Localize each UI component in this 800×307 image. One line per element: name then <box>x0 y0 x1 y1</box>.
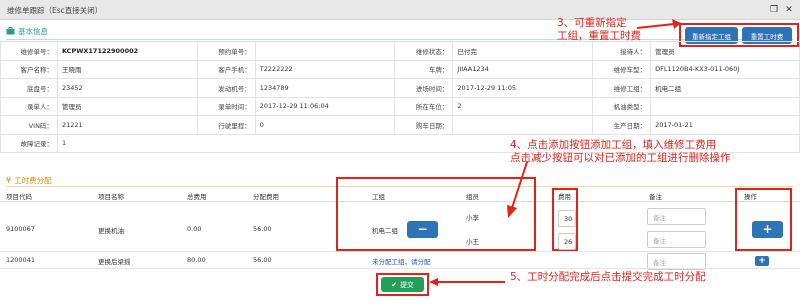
info-value: JIIAA1234 <box>452 59 594 79</box>
annotation-4: 4、点击添加按钮添加工组，填入维修工费用 点击减少按钮可以对已添加的工组进行删除… <box>510 139 731 165</box>
row2-add-group-button[interactable]: + <box>755 256 769 266</box>
briefcase-icon <box>6 27 15 35</box>
assign-group-link[interactable]: 未分配工组，请分配 <box>372 256 431 266</box>
hours-fee-title: 工时费分配 <box>14 175 52 185</box>
row2-alloc: 56.00 <box>253 256 272 264</box>
info-label: 所在车位： <box>394 96 454 116</box>
info-label: 维修工组： <box>592 78 652 98</box>
arrow-icon <box>507 161 528 218</box>
info-row: 录单人： 管理员 录单时间： 2017-12-29 11:06:04 所在车位： 2 机油类… <box>0 96 800 116</box>
info-label: 预约单号： <box>196 41 256 61</box>
info-value: 1234789 <box>254 78 396 98</box>
info-value: DFL1120B4-KX3-011-060J <box>650 59 800 79</box>
col-header-total: 总费用 <box>187 193 207 201</box>
fault-label: 故障记录： <box>0 133 58 153</box>
info-value: 2017-12-29 11:06:04 <box>254 96 396 116</box>
row1-fee-input-2[interactable]: 26 <box>558 233 576 250</box>
row1-name: 更换机油 <box>98 227 124 235</box>
info-value: 已付完 <box>452 41 594 61</box>
info-label: 录单人： <box>0 96 58 116</box>
divider <box>0 251 800 252</box>
info-label: 发动机号： <box>196 78 256 98</box>
check-icon: ✔ <box>391 280 397 289</box>
order-info-table: 维修单号： KCPWX17122900002 预约单号： 维修状态： 已付完 接待人： 管理… <box>0 41 800 153</box>
annotation-4-line2: 点击减少按钮可以对已添加的工组进行删除操作 <box>510 152 731 164</box>
row1-fee-input-1[interactable]: 30 <box>558 210 576 227</box>
annotation-3-line1: 3、可重新指定 <box>557 17 627 29</box>
info-value: 王晓雨 <box>56 59 198 79</box>
info-label: 行驶里程： <box>196 115 256 135</box>
info-value: 管理员 <box>650 41 800 61</box>
annotation-3: 3、可重新指定 工组，重置工时费 <box>557 17 641 43</box>
info-value: 管理员 <box>56 96 198 116</box>
info-label: 底盘号： <box>0 78 58 98</box>
row1-group: 机电二组 <box>372 227 398 235</box>
info-label: 维修单号： <box>0 41 58 61</box>
info-row: VIN码： 21221 行驶里程： 0 购车日期： 生产日期： 2017-01-21 <box>0 115 800 135</box>
row2-total: 80.00 <box>187 256 206 264</box>
info-label: 进场时间： <box>394 78 454 98</box>
row2-name: 更换后梁摇 <box>98 258 131 266</box>
basic-info-title: 基本信息 <box>18 26 48 36</box>
info-value: 2 <box>452 96 594 116</box>
submit-button[interactable]: ✔ 提交 <box>381 277 424 292</box>
annotation-4-line1: 4、点击添加按钮添加工组，填入维修工费用 <box>510 139 717 151</box>
info-value <box>650 96 800 116</box>
info-value: 2017-01-21 <box>650 115 800 135</box>
info-value: 0 <box>254 115 396 135</box>
window-titlebar: 维修单跟踪（Esc直接关闭） ❐ ✕ <box>0 0 800 20</box>
arrow-icon <box>429 278 505 286</box>
info-value <box>452 115 594 135</box>
arrow-icon <box>636 19 681 29</box>
basic-info-header: 基本信息 <box>6 25 48 37</box>
col-header-code: 项目代码 <box>6 193 32 201</box>
info-value: T2222222 <box>254 59 396 79</box>
hours-fee-header: ¥ 工时费分配 <box>6 174 52 186</box>
submit-label: 提交 <box>399 280 414 289</box>
annotation-3-line2: 工组，重置工时费 <box>557 30 641 42</box>
info-label: VIN码： <box>0 115 58 135</box>
info-label: 机油类型： <box>592 96 652 116</box>
row2-code: 1200041 <box>6 256 35 264</box>
remove-group-button[interactable]: − <box>407 221 438 238</box>
info-value <box>254 41 396 61</box>
info-value: 23452 <box>56 78 198 98</box>
info-label: 车牌： <box>394 59 454 79</box>
info-value: KCPWX17122900002 <box>56 41 198 61</box>
row1-member-1: 小李 <box>466 214 479 222</box>
col-header-alloc: 分配费用 <box>253 193 279 201</box>
info-row: 底盘号： 23452 发动机号： 1234789 进场时间： 2017-12-29 11:… <box>0 78 800 98</box>
info-label: 生产日期： <box>592 115 652 135</box>
info-label: 客户名称： <box>0 59 58 79</box>
close-icon[interactable]: ✕ <box>784 5 794 15</box>
annotation-box-ops <box>735 188 792 251</box>
info-label: 维修车型： <box>592 59 652 79</box>
add-group-button[interactable]: + <box>752 221 783 238</box>
col-header-notes: 备注 <box>649 193 662 201</box>
annotation-5: 5、工时分配完成后点击提交完成工时分配 <box>510 271 706 283</box>
row1-code: 9100067 <box>6 225 35 233</box>
restore-icon[interactable]: ❐ <box>769 5 779 15</box>
row1-notes-input-2[interactable]: 备注 <box>647 231 706 248</box>
info-row: 客户名称： 王晓雨 客户手机： T2222222 车牌： JIIAA1234 维修车型： DF… <box>0 59 800 79</box>
divider <box>6 39 794 40</box>
info-label: 维修状态： <box>394 41 454 61</box>
info-label: 录单时间： <box>196 96 256 116</box>
info-label: 客户手机： <box>196 59 256 79</box>
row1-alloc: 56.00 <box>253 225 272 233</box>
info-value: 21221 <box>56 115 198 135</box>
info-value: 2017-12-29 11:05 <box>452 78 594 98</box>
yen-icon: ¥ <box>6 175 12 185</box>
info-label: 接待人： <box>592 41 652 61</box>
info-value: 机电二组 <box>650 78 800 98</box>
row1-member-2: 小王 <box>466 238 479 246</box>
divider <box>0 268 800 269</box>
window-title: 维修单跟踪（Esc直接关闭） <box>7 6 103 15</box>
col-header-name: 项目名称 <box>98 193 124 201</box>
info-row: 维修单号： KCPWX17122900002 预约单号： 维修状态： 已付完 接待人： 管理… <box>0 41 800 61</box>
row1-total: 0.00 <box>187 225 202 233</box>
info-label: 购车日期： <box>394 115 454 135</box>
row1-notes-input-1[interactable]: 备注 <box>647 208 706 225</box>
